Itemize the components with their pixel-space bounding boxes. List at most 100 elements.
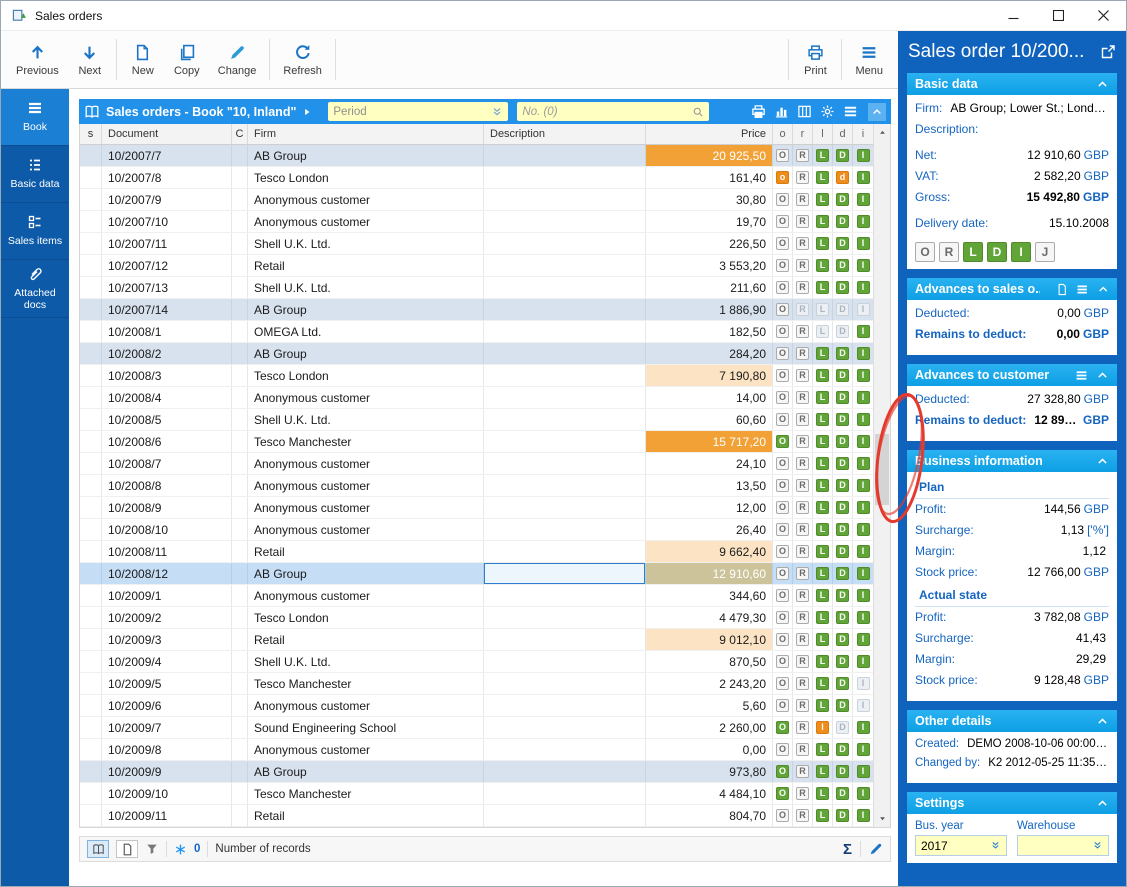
table-row[interactable]: 10/2007/10 Anonymous customer 19,70 O R … (80, 211, 873, 233)
status-badge-r: R (796, 677, 809, 690)
cell-price: 12,00 (646, 497, 773, 518)
column-header-description[interactable]: Description (484, 124, 646, 144)
table-row[interactable]: 10/2009/9 AB Group 973,80 O R L D I (80, 761, 873, 783)
collapse-header-button[interactable] (868, 102, 886, 121)
sidebar-item-book[interactable]: Book (1, 89, 69, 146)
warehouse-select[interactable] (1017, 835, 1109, 856)
flyout-arrow-icon[interactable] (302, 107, 312, 117)
table-row[interactable]: 10/2007/14 AB Group 1 886,90 O R L D I (80, 299, 873, 321)
table-row[interactable]: 10/2008/8 Anonymous customer 13,50 O R L… (80, 475, 873, 497)
chevron-up-icon[interactable] (1096, 369, 1109, 382)
table-row[interactable]: 10/2008/11 Retail 9 662,40 O R L D I (80, 541, 873, 563)
table-row[interactable]: 10/2009/11 Retail 804,70 O R L D I (80, 805, 873, 827)
sum-icon[interactable]: Σ (843, 841, 852, 858)
column-header-document[interactable]: Document (102, 124, 232, 144)
table-row[interactable]: 10/2007/9 Anonymous customer 30,80 O R L… (80, 189, 873, 211)
column-header-o[interactable]: o (773, 124, 793, 144)
scroll-up-button[interactable] (874, 124, 890, 141)
columns-icon[interactable] (797, 104, 812, 119)
column-header-l[interactable]: l (813, 124, 833, 144)
double-chevron-down-icon[interactable] (491, 106, 503, 118)
table-row[interactable]: 10/2008/1 OMEGA Ltd. 182,50 O R L D I (80, 321, 873, 343)
table-row[interactable]: 10/2009/1 Anonymous customer 344,60 O R … (80, 585, 873, 607)
cell-description (484, 563, 646, 584)
table-row[interactable]: 10/2009/10 Tesco Manchester 4 484,10 O R… (80, 783, 873, 805)
section-header-basic-data[interactable]: Basic data (907, 73, 1117, 95)
gear-icon[interactable] (820, 104, 835, 119)
section-header-advances-sales[interactable]: Advances to sales o... (907, 278, 1117, 300)
table-row[interactable]: 10/2007/8 Tesco London 161,40 o R L d I (80, 167, 873, 189)
chevron-up-icon[interactable] (1096, 715, 1109, 728)
table-row[interactable]: 10/2009/7 Sound Engineering School 2 260… (80, 717, 873, 739)
table-row[interactable]: 10/2009/5 Tesco Manchester 2 243,20 O R … (80, 673, 873, 695)
copy-button[interactable]: Copy (165, 31, 209, 88)
table-row[interactable]: 10/2009/3 Retail 9 012,10 O R L D I (80, 629, 873, 651)
table-row[interactable]: 10/2008/3 Tesco London 7 190,80 O R L D … (80, 365, 873, 387)
column-header-firm[interactable]: Firm (248, 124, 484, 144)
bus-year-select[interactable]: 2017 (915, 835, 1007, 856)
filter-icon[interactable] (145, 842, 159, 856)
table-row[interactable]: 10/2008/5 Shell U.K. Ltd. 60,60 O R L D … (80, 409, 873, 431)
table-row[interactable]: 10/2007/7 AB Group 20 925,50 O R L D I (80, 145, 873, 167)
table-row[interactable]: 10/2008/9 Anonymous customer 12,00 O R L… (80, 497, 873, 519)
table-row[interactable]: 10/2009/8 Anonymous customer 0,00 O R L … (80, 739, 873, 761)
chevron-up-icon[interactable] (1096, 455, 1109, 468)
minimize-button[interactable] (991, 1, 1036, 30)
chevron-up-icon[interactable] (1096, 78, 1109, 91)
sidebar-item-attached-docs[interactable]: Attached docs (1, 260, 69, 319)
asterisk-icon[interactable] (174, 843, 187, 856)
chart-icon[interactable] (774, 104, 789, 119)
status-badge-i: I (856, 479, 870, 492)
chevron-up-icon[interactable] (1097, 283, 1109, 296)
chevron-up-icon[interactable] (1096, 797, 1109, 810)
table-row[interactable]: 10/2009/4 Shell U.K. Ltd. 870,50 O R L D… (80, 651, 873, 673)
column-header-price[interactable]: Price (646, 124, 773, 144)
sidebar-item-basic-data[interactable]: Basic data (1, 146, 69, 203)
field-value: 1,13 (1060, 523, 1085, 537)
grid-menu-icon[interactable] (843, 104, 858, 119)
next-button[interactable]: Next (68, 31, 112, 88)
section-header-business-information[interactable]: Business information (907, 450, 1117, 472)
scroll-down-button[interactable] (874, 810, 890, 827)
column-header-c[interactable]: C (232, 124, 248, 144)
number-search-input[interactable] (522, 105, 690, 118)
close-button[interactable] (1081, 1, 1126, 30)
refresh-button[interactable]: Refresh (274, 31, 331, 88)
section-header-advances-customer[interactable]: Advances to customer (907, 364, 1117, 386)
scrollbar-track[interactable] (874, 141, 890, 810)
change-button[interactable]: Change (209, 31, 266, 88)
document-icon[interactable] (1056, 283, 1068, 296)
book-view-button[interactable] (87, 840, 109, 858)
table-row[interactable]: 10/2009/6 Anonymous customer 5,60 O R L … (80, 695, 873, 717)
scrollbar-thumb[interactable] (875, 434, 889, 505)
table-row[interactable]: 10/2007/13 Shell U.K. Ltd. 211,60 O R L … (80, 277, 873, 299)
section-header-settings[interactable]: Settings (907, 792, 1117, 814)
section-menu-icon[interactable] (1076, 283, 1088, 296)
table-row[interactable]: 10/2008/10 Anonymous customer 26,40 O R … (80, 519, 873, 541)
table-row[interactable]: 10/2008/4 Anonymous customer 14,00 O R L… (80, 387, 873, 409)
column-header-s[interactable]: s (80, 124, 102, 144)
print-grid-icon[interactable] (751, 104, 766, 119)
sidebar-item-sales-items[interactable]: Sales items (1, 203, 69, 260)
table-row[interactable]: 10/2007/12 Retail 3 553,20 O R L D I (80, 255, 873, 277)
new-button[interactable]: New (121, 31, 165, 88)
column-header-r[interactable]: r (793, 124, 813, 144)
section-menu-icon[interactable] (1075, 369, 1088, 382)
external-link-icon[interactable] (1100, 44, 1116, 60)
print-button[interactable]: Print (793, 31, 837, 88)
edit-pencil-icon[interactable] (869, 842, 883, 856)
table-row[interactable]: 10/2008/2 AB Group 284,20 O R L D I (80, 343, 873, 365)
table-row[interactable]: 10/2007/11 Shell U.K. Ltd. 226,50 O R L … (80, 233, 873, 255)
period-input[interactable] (333, 105, 489, 118)
section-header-other-details[interactable]: Other details (907, 710, 1117, 732)
menu-button[interactable]: Menu (846, 31, 892, 88)
card-view-button[interactable] (116, 840, 138, 858)
table-row[interactable]: 10/2008/6 Tesco Manchester 15 717,20 O R… (80, 431, 873, 453)
table-row[interactable]: 10/2009/2 Tesco London 4 479,30 O R L D … (80, 607, 873, 629)
column-header-d[interactable]: d (833, 124, 853, 144)
table-row[interactable]: 10/2008/12 AB Group 12 910,60 O R L D I (80, 563, 873, 585)
maximize-button[interactable] (1036, 1, 1081, 30)
column-header-i[interactable]: i (853, 124, 873, 144)
table-row[interactable]: 10/2008/7 Anonymous customer 24,10 O R L… (80, 453, 873, 475)
previous-button[interactable]: Previous (7, 31, 68, 88)
